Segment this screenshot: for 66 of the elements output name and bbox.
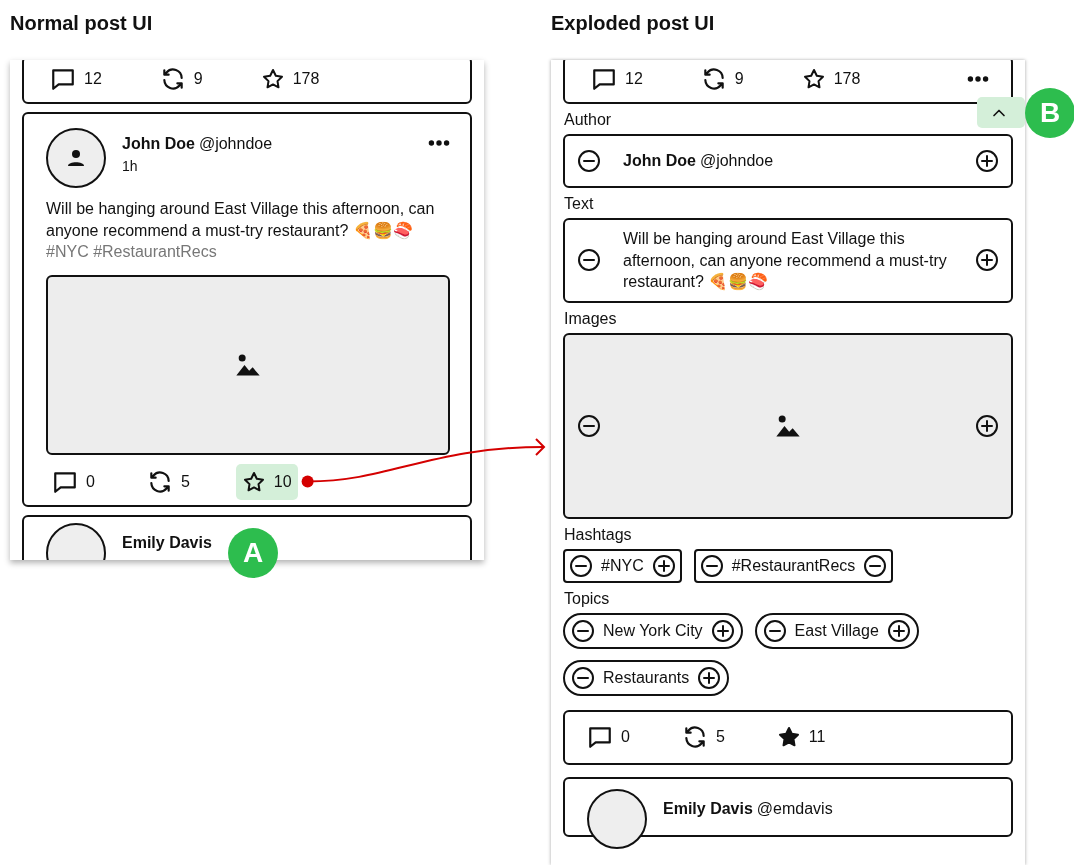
post-text: Will be hanging around East Village this afternoon, can anyone recommend a must-try restaurant? 🍕🍔🍣	[623, 230, 947, 290]
minus-icon[interactable]	[577, 413, 601, 438]
post-text: Will be hanging around East Village this afternoon, can anyone recommend a must-try restaurant? 🍕🍔🍣	[46, 200, 435, 239]
plus-icon[interactable]	[886, 618, 911, 643]
chip-label: #NYC	[601, 555, 644, 576]
star-icon[interactable]	[260, 67, 285, 91]
chip-label: New York City	[603, 620, 703, 641]
comment-icon[interactable]	[587, 724, 613, 750]
stat-count: 9	[193, 69, 203, 89]
stat-count: 10	[273, 471, 292, 492]
star-icon[interactable]	[801, 67, 826, 91]
field-label: Topics	[564, 588, 610, 609]
stat-count: 5	[715, 727, 725, 747]
minus-icon[interactable]	[762, 618, 787, 643]
minus-icon[interactable]	[569, 553, 593, 578]
author-name: John Doe	[623, 151, 696, 172]
author-handle: @johndoe	[699, 151, 774, 172]
stat-count: 0	[86, 471, 95, 492]
minus-icon[interactable]	[863, 553, 888, 578]
minus-icon[interactable]	[571, 618, 595, 643]
field-label: Images	[564, 308, 617, 329]
field-label: Hashtags	[564, 524, 632, 545]
chip-label: East Village	[794, 620, 879, 641]
hashtag-chip[interactable]: #RestaurantRecs	[693, 548, 894, 583]
plus-icon[interactable]	[975, 413, 999, 438]
annotation-badge: B	[1025, 88, 1074, 138]
stat-count: 12	[84, 69, 102, 89]
star-stat-highlight[interactable]: 10	[235, 463, 298, 500]
author-handle: @emdavis	[756, 798, 833, 819]
author-name: Emily Davis	[663, 798, 753, 819]
section-title: Exploded post UI	[551, 11, 716, 36]
field-label: Text	[564, 194, 594, 214]
annotation-badge: A	[228, 528, 278, 578]
plus-icon[interactable]	[975, 149, 999, 173]
stat-count: 0	[621, 727, 630, 747]
minus-icon[interactable]	[571, 665, 595, 690]
minus-icon[interactable]	[577, 248, 601, 273]
hashtags[interactable]: #NYC #RestaurantRecs	[46, 243, 217, 260]
stat-count: 5	[180, 471, 190, 492]
author-name: Emily Davis	[122, 532, 212, 553]
plus-icon[interactable]	[651, 553, 676, 578]
comment-icon[interactable]	[591, 66, 617, 92]
star-icon[interactable]	[241, 469, 266, 494]
stat-count: 11	[808, 727, 826, 747]
hashtag-chip[interactable]: #NYC	[563, 548, 682, 583]
post-time: 1h	[122, 157, 139, 176]
topic-chip[interactable]: East Village	[754, 612, 919, 649]
plus-icon[interactable]	[710, 618, 735, 643]
field-label: Author	[564, 110, 612, 130]
chip-label: #RestaurantRecs	[731, 555, 856, 576]
chip-label: Restaurants	[603, 667, 690, 688]
stat-count: 178	[833, 69, 861, 89]
minus-icon[interactable]	[699, 553, 724, 578]
comment-icon[interactable]	[50, 66, 76, 92]
stat-count: 9	[734, 69, 744, 89]
star-icon[interactable]	[776, 725, 801, 749]
plus-icon[interactable]	[975, 248, 999, 273]
stat-count: 12	[625, 69, 643, 89]
stat-count: 178	[292, 69, 320, 89]
plus-icon[interactable]	[697, 665, 722, 690]
minus-icon[interactable]	[577, 149, 601, 173]
section-title: Normal post UI	[10, 11, 154, 36]
topic-chip[interactable]: New York City	[563, 612, 743, 649]
topic-chip[interactable]: Restaurants	[563, 659, 730, 696]
author-handle: @johndoe	[198, 134, 273, 154]
author-name: John Doe	[122, 134, 195, 154]
